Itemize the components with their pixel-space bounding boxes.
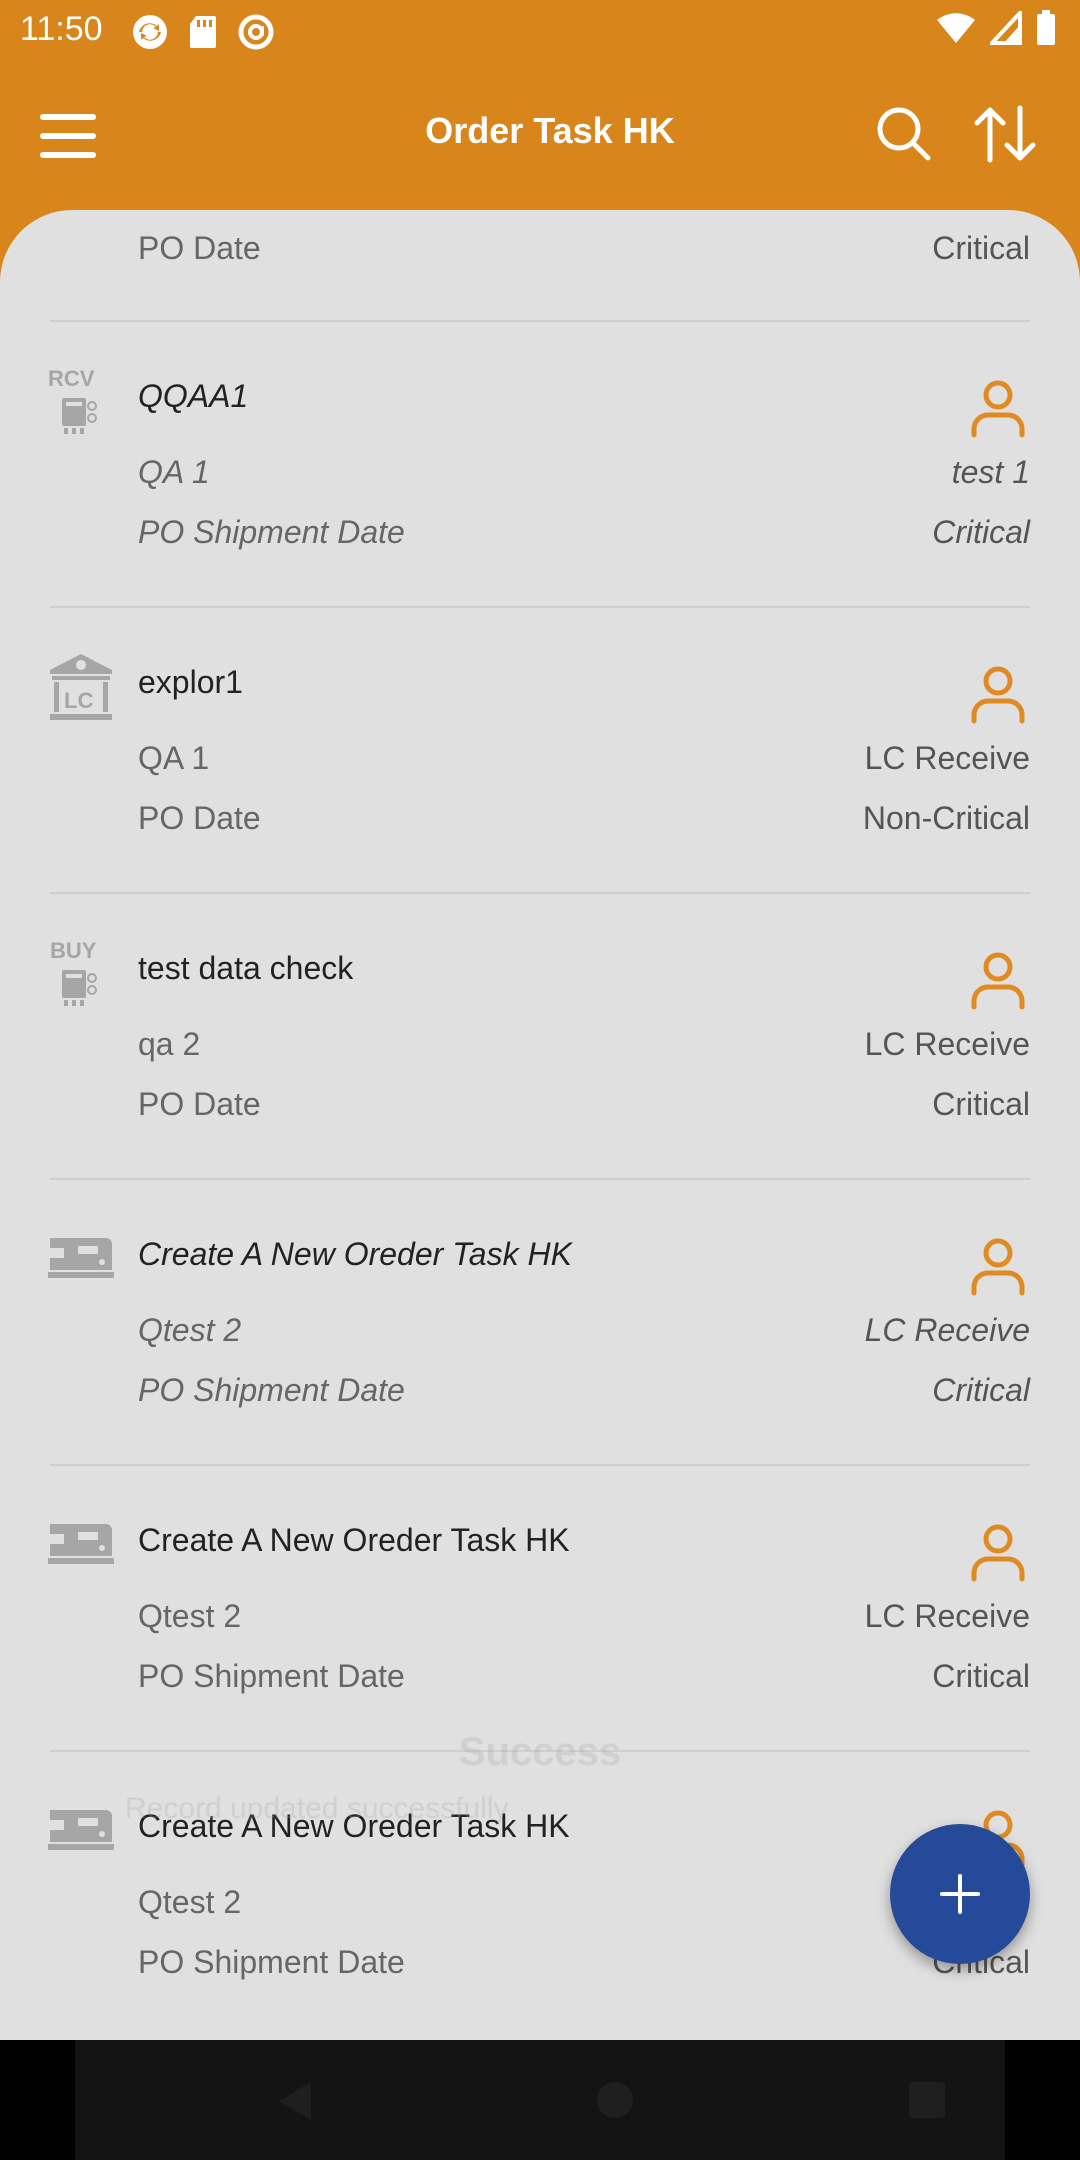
list-item[interactable]: Create A New Oreder Task HK Qtest 2 LC R…: [0, 1180, 1080, 1466]
person-icon[interactable]: [970, 664, 1026, 724]
list-item[interactable]: LC explor1 QA 1 LC Receive PO Date Non-C…: [0, 608, 1080, 894]
buy-icon: BUY: [48, 938, 114, 1008]
stage-label: LC Receive: [864, 1598, 1030, 1634]
date-type-label: PO Shipment Date: [138, 1944, 405, 1980]
back-icon[interactable]: [275, 2080, 315, 2127]
assignee-label: qa 2: [138, 1026, 201, 1062]
home-icon[interactable]: [597, 2082, 633, 2118]
search-icon[interactable]: [874, 104, 934, 164]
assignee-label: Qtest 2: [138, 1312, 242, 1348]
person-icon[interactable]: [970, 378, 1026, 438]
date-type-label: PO Date: [138, 1086, 261, 1122]
task-title: Create A New Oreder Task HK: [138, 1522, 570, 1558]
priority-label: Critical: [932, 514, 1030, 550]
priority-label: Critical: [932, 1086, 1030, 1122]
date-type-label: PO Date: [138, 230, 261, 266]
stage-label: test 1: [951, 454, 1030, 490]
wifi-icon: [936, 11, 976, 50]
assignee-label: QA 1: [138, 740, 210, 776]
sync-icon: [130, 12, 170, 57]
system-nav-bar: [0, 2040, 1080, 2160]
signal-icon: [987, 7, 1022, 50]
task-title: QQAA1: [138, 378, 249, 414]
date-type-label: PO Shipment Date: [138, 1372, 405, 1408]
date-type-label: PO Date: [138, 800, 261, 836]
at-sign-icon: [236, 12, 276, 57]
plus-icon: [940, 1874, 980, 1914]
list-item[interactable]: BUY test data check qa 2 LC Receive PO D…: [0, 894, 1080, 1180]
toast-message: Record updated successfully: [125, 1792, 509, 1825]
stage-label: LC Receive: [864, 1026, 1030, 1062]
list-item[interactable]: Create A New Oreder Task HK Qtest 2 LC R…: [0, 1466, 1080, 1752]
app-bar: Order Task HK: [0, 60, 1080, 210]
svg-text:LC: LC: [64, 688, 93, 713]
priority-label: Critical: [932, 230, 1030, 266]
lc-bank-icon: LC: [48, 652, 114, 722]
sewing-machine-icon: [48, 1224, 114, 1294]
battery-icon: [1036, 10, 1056, 51]
task-title: explor1: [138, 664, 243, 700]
sewing-machine-icon: [48, 1510, 114, 1580]
list-item[interactable]: RCV QQAA1 QA 1 test 1 PO Shipment Date C…: [0, 322, 1080, 608]
date-type-label: PO Shipment Date: [138, 1658, 405, 1694]
rcv-icon: RCV: [48, 366, 114, 436]
add-task-button[interactable]: [890, 1824, 1030, 1964]
person-icon[interactable]: [970, 1236, 1026, 1296]
person-icon[interactable]: [970, 950, 1026, 1010]
sort-icon[interactable]: [972, 104, 1038, 164]
assignee-label: Qtest 2: [138, 1598, 242, 1634]
recent-apps-icon[interactable]: [909, 2082, 945, 2118]
toast-title: Success: [458, 1730, 622, 1774]
stage-label: LC Receive: [864, 1312, 1030, 1348]
person-icon[interactable]: [970, 1522, 1026, 1582]
task-title: Create A New Oreder Task HK: [138, 1236, 572, 1272]
sd-card-icon: [188, 14, 218, 55]
priority-label: Critical: [932, 1372, 1030, 1408]
sewing-machine-icon: [48, 1796, 114, 1866]
assignee-label: Qtest 2: [138, 1884, 242, 1920]
priority-label: Non-Critical: [862, 800, 1030, 836]
status-time: 11:50: [20, 10, 103, 48]
priority-label: Critical: [932, 1658, 1030, 1694]
stage-label: LC Receive: [864, 740, 1030, 776]
svg-text:RCV: RCV: [48, 366, 95, 391]
date-type-label: PO Shipment Date: [138, 514, 405, 550]
status-bar: 11:50: [0, 0, 1080, 60]
task-title: test data check: [138, 950, 354, 986]
assignee-label: QA 1: [138, 454, 210, 490]
svg-text:BUY: BUY: [50, 938, 97, 963]
